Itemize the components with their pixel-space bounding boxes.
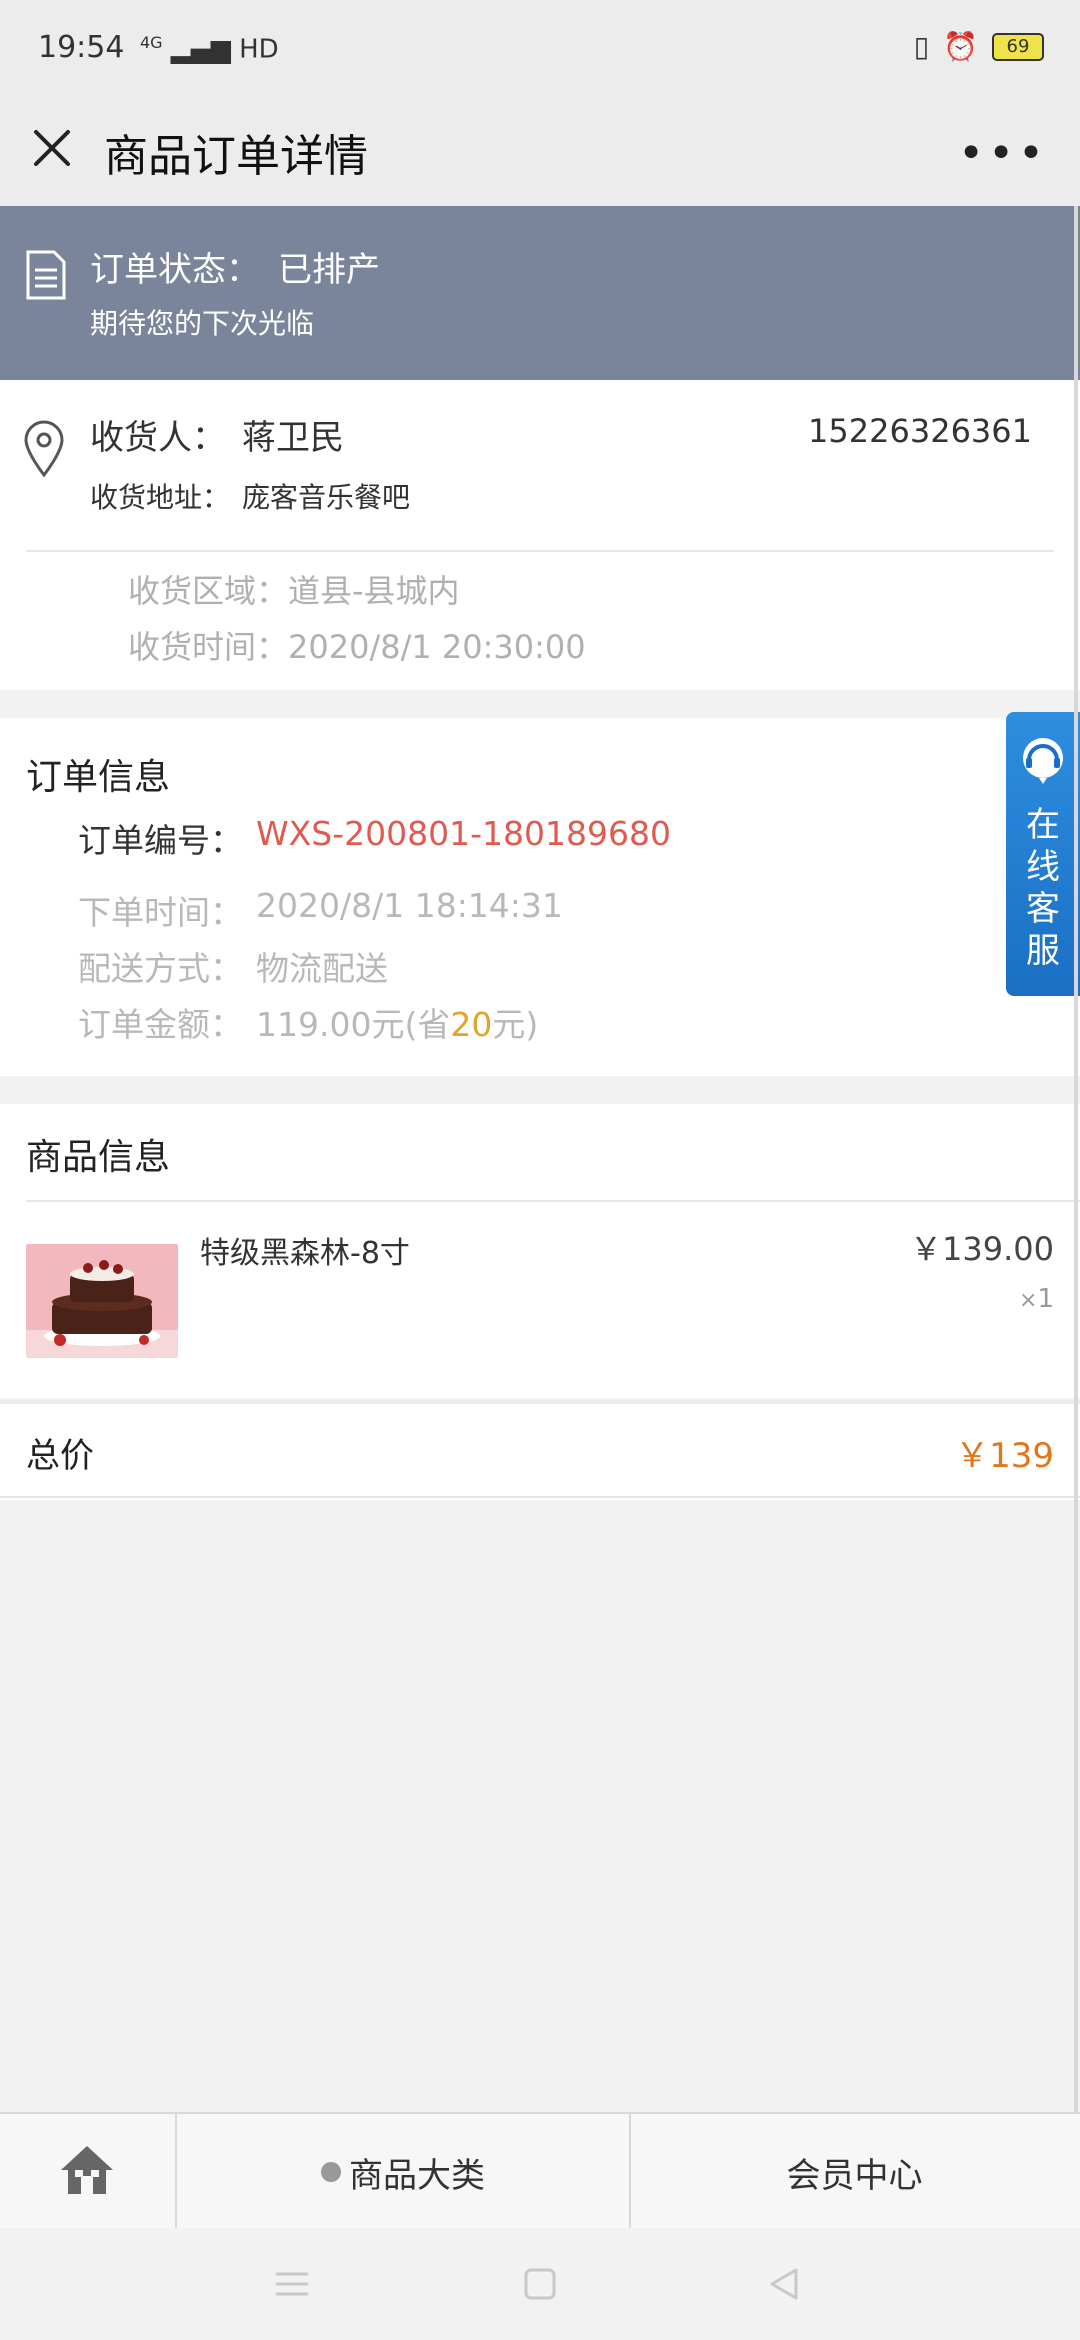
close-icon[interactable] [28, 124, 76, 172]
divider [26, 1200, 1080, 1202]
quantity-prefix: × [1019, 1288, 1038, 1313]
order-amount: 119.00元(省20元) [256, 998, 538, 1046]
vibrate-icon: ▯ [913, 30, 930, 63]
more-icon[interactable]: ••• [958, 128, 1048, 179]
bottom-tab-bar: 商品大类 会员中心 [0, 2112, 1080, 2230]
signal-icon: ▂▄▆ [170, 34, 231, 65]
status-time: 19:54 [38, 30, 125, 65]
receiver-phone[interactable]: 15226326361 [808, 412, 1032, 450]
customer-service-label: 在线客服 [1026, 805, 1060, 971]
order-status-value: 已排产 [278, 250, 380, 290]
order-amount-suffix: 元) [492, 1005, 539, 1044]
document-icon [24, 250, 68, 304]
scrollbar [1074, 206, 1078, 2116]
home-icon [57, 2142, 117, 2202]
network-type: 4G [140, 33, 163, 52]
tab-categories-label: 商品大类 [349, 2155, 485, 2196]
system-nav-bar [0, 2228, 1080, 2340]
product-quantity: ×1 [1019, 1284, 1054, 1314]
order-amount-label: 订单金额： [78, 1005, 243, 1044]
home-button-icon[interactable] [520, 2264, 560, 2308]
status-bar: 19:54 4G ▂▄▆ HD ▯ ⏰ 69 [0, 0, 1080, 100]
total-value: ￥139 [955, 1436, 1054, 1476]
alarm-icon: ⏰ [943, 30, 978, 63]
order-amount-value: 119.00元(省 [256, 1005, 451, 1044]
product-image[interactable] [26, 1244, 178, 1358]
headset-icon [1017, 734, 1069, 786]
minus-circle-icon [321, 2162, 341, 2182]
delivery-method: 物流配送 [256, 949, 388, 988]
delivery-area: 收货区域：道县-县城内 [128, 572, 460, 610]
customer-service-button[interactable]: 在线客服 [1006, 712, 1080, 996]
receiver-section: 收货人： 蒋卫民 15226326361 收货地址： 庞客音乐餐吧 收货区域：道… [0, 380, 1080, 690]
status-right: ▯ ⏰ 69 [914, 30, 1044, 63]
order-number-label: 订单编号： [78, 821, 243, 860]
total-row: 总价 ￥139 [0, 1400, 1080, 1500]
saved-amount: 20 [450, 1005, 493, 1044]
delivery-method-label: 配送方式： [78, 949, 243, 988]
order-status-banner: 订单状态： 已排产 期待您的下次光临 [0, 206, 1080, 380]
product-name[interactable]: 特级黑森林-8寸 [200, 1228, 410, 1272]
battery-icon: 69 [992, 32, 1044, 61]
order-status-subtitle: 期待您的下次光临 [90, 307, 315, 340]
network-indicator: 4G ▂▄▆ HD [140, 33, 279, 65]
header: 商品订单详情 ••• [0, 100, 1080, 206]
receiver-address-label: 收货地址： [90, 481, 231, 514]
product-price: ￥139.00 [910, 1230, 1054, 1268]
order-time: 2020/8/1 18:14:31 [256, 886, 563, 925]
goods-title: 商品信息 [26, 1137, 171, 1178]
tab-categories[interactable]: 商品大类 [175, 2114, 631, 2230]
hd-label: HD [239, 34, 279, 65]
order-info-section: 订单信息 订单编号： WXS-200801-180189680 下单时间： 20… [0, 718, 1080, 1076]
location-pin-icon [22, 420, 66, 482]
divider [0, 1496, 1080, 1498]
tab-home[interactable] [0, 2114, 174, 2230]
back-icon[interactable] [764, 2264, 804, 2308]
receiver-name-label: 收货人： [90, 418, 226, 458]
order-info-title: 订单信息 [26, 757, 171, 798]
quantity-value: 1 [1037, 1284, 1054, 1314]
order-status-label: 订单状态： [90, 250, 260, 290]
receiver-address: 庞客音乐餐吧 [242, 481, 411, 514]
tab-member-label: 会员中心 [786, 2155, 923, 2196]
tab-member-center[interactable]: 会员中心 [629, 2114, 1080, 2230]
receiver-name: 蒋卫民 [242, 418, 344, 458]
order-number: WXS-200801-180189680 [256, 814, 671, 853]
delivery-time: 收货时间：2020/8/1 20:30:00 [128, 628, 586, 666]
page-title: 商品订单详情 [104, 131, 368, 182]
order-time-label: 下单时间： [78, 893, 243, 932]
divider [26, 550, 1054, 552]
goods-section: 商品信息 特级黑森林-8寸 ￥139.00 ×1 [0, 1104, 1080, 1398]
total-label: 总价 [26, 1436, 94, 1476]
menu-icon[interactable] [272, 2264, 312, 2308]
